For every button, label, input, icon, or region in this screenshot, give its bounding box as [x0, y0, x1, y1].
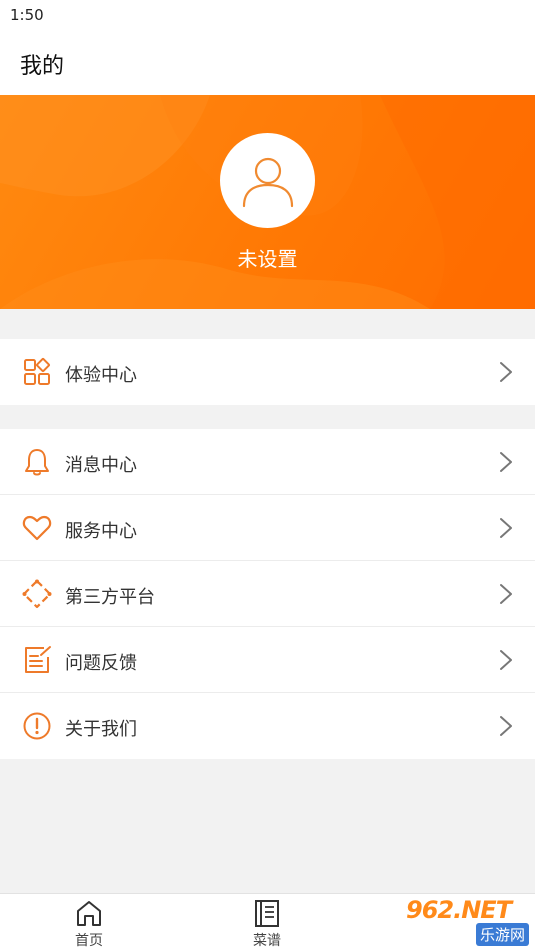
- status-time: 1:50: [10, 6, 44, 24]
- chevron-right-icon: [500, 716, 512, 736]
- menu-item-feedback[interactable]: 问题反馈: [0, 627, 535, 693]
- avatar[interactable]: [220, 133, 315, 228]
- menu-item-label: 服务中心: [65, 521, 137, 542]
- chevron-right-icon: [500, 518, 512, 538]
- dotted-diamond-icon: [22, 579, 52, 609]
- watermark-logo-text: 962.NET: [406, 896, 512, 924]
- menu-group-main: 消息中心 服务中心 第三方平台 问题反馈 关于我们: [0, 429, 535, 759]
- menu-item-label: 消息中心: [65, 455, 137, 476]
- profile-banner: 未设置: [0, 95, 535, 309]
- menu-item-third-party-platform[interactable]: 第三方平台: [0, 561, 535, 627]
- menu-item-label: 问题反馈: [65, 653, 137, 674]
- chevron-right-icon: [500, 584, 512, 604]
- menu-item-about-us[interactable]: 关于我们: [0, 693, 535, 759]
- chevron-right-icon: [500, 362, 512, 382]
- tab-home[interactable]: 首页: [29, 894, 149, 951]
- grid-apps-icon: [24, 358, 50, 385]
- menu-item-label: 关于我们: [65, 719, 137, 740]
- recipe-book-icon: [255, 900, 279, 927]
- app-header: 我的: [0, 30, 535, 95]
- menu-item-message-center[interactable]: 消息中心: [0, 429, 535, 495]
- page-title: 我的: [20, 54, 65, 79]
- tab-label: 首页: [75, 933, 103, 949]
- watermark-sub-text: 乐游网: [476, 923, 530, 946]
- heart-icon: [22, 515, 52, 541]
- menu-item-service-center[interactable]: 服务中心: [0, 495, 535, 561]
- status-bar: 1:50: [0, 0, 535, 30]
- bell-icon: [25, 449, 49, 476]
- chevron-right-icon: [500, 650, 512, 670]
- menu-item-experience-center[interactable]: 体验中心: [0, 339, 535, 405]
- feedback-edit-icon: [25, 646, 51, 673]
- menu-group-experience: 体验中心: [0, 339, 535, 405]
- menu-item-label: 体验中心: [65, 365, 137, 386]
- user-avatar-icon: [242, 157, 293, 207]
- tab-label: 菜谱: [253, 933, 281, 949]
- chevron-right-icon: [500, 452, 512, 472]
- username[interactable]: 未设置: [0, 243, 535, 272]
- menu-item-label: 第三方平台: [65, 587, 155, 608]
- tab-recipes[interactable]: 菜谱: [207, 894, 327, 951]
- info-exclamation-icon: [23, 712, 51, 740]
- home-icon: [77, 901, 101, 926]
- watermark-logo: 962.NET 乐游网: [398, 893, 535, 951]
